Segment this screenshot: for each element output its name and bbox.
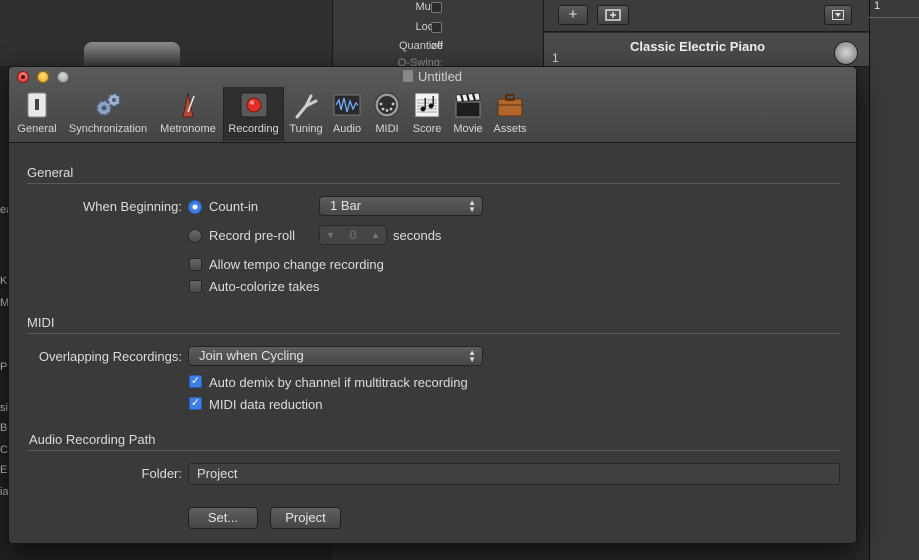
general-switch-icon bbox=[27, 92, 47, 118]
title-bar: Untitled General Synchronization Metrono… bbox=[9, 67, 856, 143]
tab-recording-label: Recording bbox=[228, 123, 279, 135]
add-track-button[interactable]: + bbox=[558, 5, 588, 25]
record-pre-roll-radio[interactable] bbox=[188, 229, 202, 243]
project-folder-button[interactable]: Project bbox=[270, 507, 341, 529]
tab-midi-label: MIDI bbox=[375, 123, 399, 135]
clapperboard-icon bbox=[455, 92, 481, 118]
tab-audio-label: Audio bbox=[332, 123, 362, 135]
pre-roll-stepper[interactable]: ▼ 0 ▲ bbox=[319, 225, 387, 245]
overlapping-recordings-label: Overlapping Recordings: bbox=[38, 349, 182, 364]
volume-knob[interactable] bbox=[834, 41, 858, 65]
timeline-ruler[interactable] bbox=[869, 0, 919, 560]
folder-plus-icon bbox=[605, 9, 621, 21]
auto-colorize-label: Auto-colorize takes bbox=[209, 279, 320, 294]
tab-tuning-label: Tuning bbox=[289, 123, 323, 135]
tab-assets-label: Assets bbox=[493, 123, 527, 135]
popup-arrows-icon: ▲ ▼ bbox=[468, 348, 476, 364]
keyboard-image bbox=[84, 42, 180, 66]
midi-data-reduction-label: MIDI data reduction bbox=[209, 397, 323, 412]
window-title-text: Untitled bbox=[417, 69, 463, 84]
tuning-fork-icon bbox=[295, 94, 318, 119]
dropdown-icon bbox=[832, 10, 844, 20]
tempo-change-checkbox[interactable] bbox=[189, 258, 202, 271]
auto-demix-checkbox[interactable]: ✓ bbox=[189, 375, 202, 388]
new-track-alt-button[interactable] bbox=[597, 5, 629, 25]
count-in-label: Count-in bbox=[209, 199, 259, 214]
tracks-header: + bbox=[544, 0, 869, 32]
tab-assets[interactable]: Assets bbox=[490, 87, 530, 141]
overlapping-recordings-popup[interactable]: Join when Cycling ▲ ▼ bbox=[188, 346, 483, 366]
count-in-popup[interactable]: 1 Bar ▲ ▼ bbox=[319, 196, 483, 216]
tempo-change-label: Allow tempo change recording bbox=[209, 257, 384, 272]
track-options-button[interactable] bbox=[824, 5, 852, 25]
tab-midi[interactable]: MIDI bbox=[369, 87, 405, 141]
ruler-bar-number: 1 bbox=[874, 0, 881, 12]
general-divider bbox=[27, 183, 840, 184]
tab-audio[interactable]: Audio bbox=[329, 87, 365, 141]
recording-preferences-window: Untitled General Synchronization Metrono… bbox=[8, 66, 857, 544]
tab-metronome[interactable]: Metronome bbox=[156, 87, 220, 141]
midi-section-title: MIDI bbox=[27, 315, 55, 330]
tab-movie-label: Movie bbox=[453, 123, 483, 135]
tab-general-label: General bbox=[17, 123, 57, 135]
audio-path-divider bbox=[27, 450, 840, 451]
score-notes-icon bbox=[414, 92, 440, 118]
popup-arrows-icon: ▲ ▼ bbox=[468, 198, 476, 214]
tab-score-label: Score bbox=[412, 123, 442, 135]
auto-colorize-checkbox[interactable] bbox=[189, 280, 202, 293]
region-inspector: Mute: Loop: Quantize off Q-Swing: bbox=[332, 0, 544, 69]
count-in-popup-value: 1 Bar bbox=[330, 198, 362, 213]
track-row[interactable]: 1 Classic Electric Piano bbox=[544, 33, 869, 67]
midi-divider bbox=[27, 333, 840, 334]
audio-path-section-title: Audio Recording Path bbox=[29, 432, 156, 447]
tab-general[interactable]: General bbox=[14, 87, 60, 141]
window-title: Untitled bbox=[9, 69, 856, 84]
tab-recording[interactable]: Recording bbox=[223, 87, 284, 141]
gears-icon bbox=[96, 93, 121, 116]
quantize-value[interactable]: off bbox=[431, 40, 443, 52]
loop-checkbox[interactable] bbox=[431, 22, 442, 33]
stepper-up-icon[interactable]: ▲ bbox=[371, 226, 380, 244]
tab-synchronization[interactable]: Synchronization bbox=[64, 87, 152, 141]
midi-data-reduction-checkbox[interactable]: ✓ bbox=[189, 397, 202, 410]
track-number: 1 bbox=[552, 51, 559, 65]
when-beginning-label: When Beginning: bbox=[82, 199, 182, 214]
record-pre-roll-label: Record pre-roll bbox=[209, 228, 295, 243]
track-name: Classic Electric Piano bbox=[630, 39, 766, 54]
tab-score[interactable]: Score bbox=[409, 87, 445, 141]
audio-waveform-icon bbox=[333, 94, 361, 116]
folder-label: Folder: bbox=[141, 466, 182, 481]
ruler-divider bbox=[869, 17, 919, 18]
document-icon bbox=[402, 70, 413, 82]
folder-path-field[interactable]: Project bbox=[188, 463, 840, 485]
set-folder-button[interactable]: Set... bbox=[188, 507, 258, 529]
mute-checkbox[interactable] bbox=[431, 2, 442, 13]
recording-settings-pane: General When Beginning: Count-in 1 Bar ▲… bbox=[9, 144, 856, 543]
metronome-icon bbox=[182, 92, 195, 118]
pre-roll-unit: seconds bbox=[393, 228, 442, 243]
tab-movie[interactable]: Movie bbox=[449, 87, 487, 141]
tab-tuning[interactable]: Tuning bbox=[286, 87, 326, 141]
overlapping-popup-value: Join when Cycling bbox=[199, 348, 304, 363]
tab-synchronization-label: Synchronization bbox=[68, 123, 148, 135]
tab-metronome-label: Metronome bbox=[160, 123, 216, 135]
general-section-title: General bbox=[27, 165, 74, 180]
record-icon bbox=[240, 92, 267, 118]
auto-demix-label: Auto demix by channel if multitrack reco… bbox=[209, 375, 468, 390]
midi-connector-icon bbox=[374, 92, 400, 118]
briefcase-icon bbox=[497, 94, 523, 117]
count-in-radio[interactable] bbox=[188, 200, 202, 214]
